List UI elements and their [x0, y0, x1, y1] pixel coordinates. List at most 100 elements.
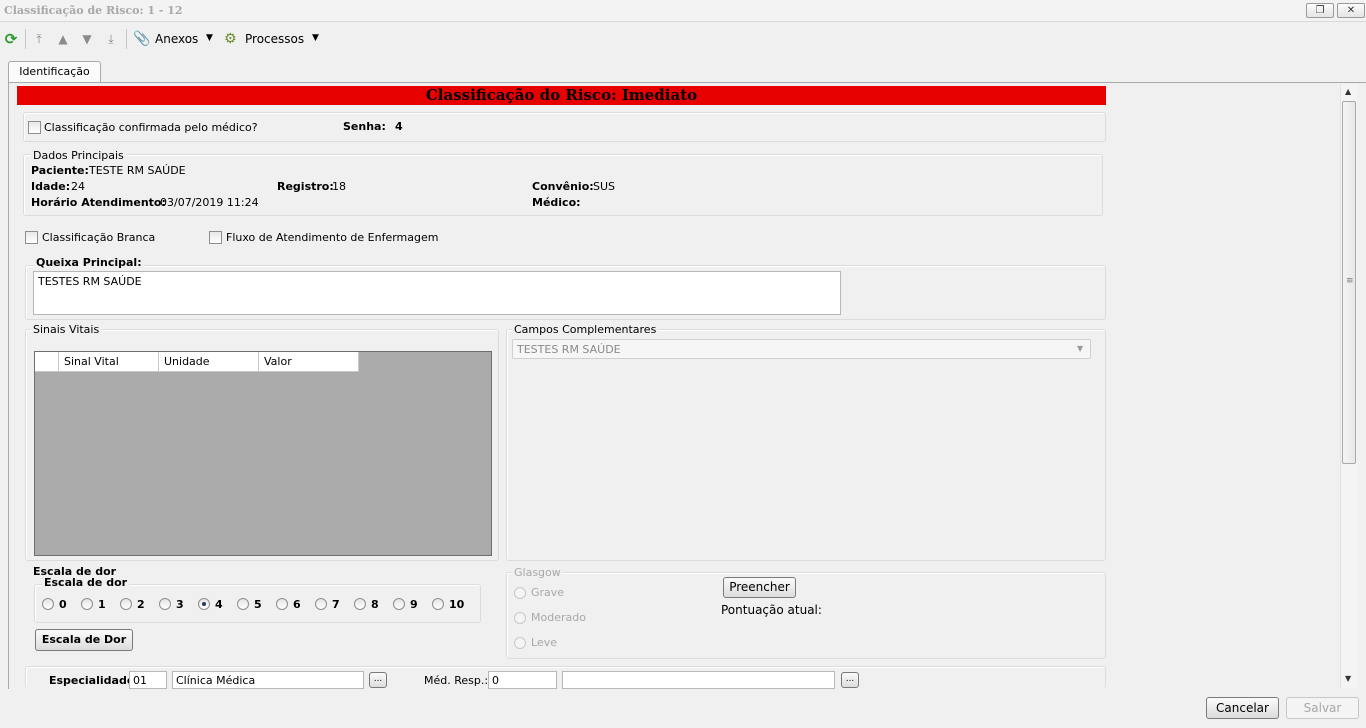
gears-icon: ⚙: [224, 31, 237, 47]
especialidade-name-field[interactable]: Clínica Médica: [172, 671, 364, 689]
pain-radio-2[interactable]: [120, 598, 132, 610]
toolbar-separator: [25, 29, 26, 49]
column-sinal-vital[interactable]: Sinal Vital: [59, 352, 159, 372]
dados-principais-title: Dados Principais: [31, 149, 126, 162]
confirm-label: Classificação confirmada pelo médico?: [44, 121, 258, 134]
window-title: Classificação de Risco: 1 - 12: [4, 4, 183, 17]
preencher-button[interactable]: Preencher: [723, 577, 796, 598]
escala-dor-inner-title: Escala de dor: [42, 576, 130, 589]
column-valor[interactable]: Valor: [259, 352, 359, 372]
registro-value: 18: [332, 180, 346, 193]
campos-complementares-select[interactable]: TESTES RM SAÚDE ▼: [512, 339, 1091, 359]
pain-radio-0[interactable]: [42, 598, 54, 610]
horario-value: 03/07/2019 11:24: [160, 196, 259, 209]
senha-value: 4: [395, 120, 403, 133]
fluxo-enfermagem-checkbox[interactable]: [209, 231, 222, 244]
pain-label-0: 0: [59, 598, 67, 611]
glasgow-label-moderado: Moderado: [531, 611, 586, 624]
glasgow-radio-leve[interactable]: [514, 637, 526, 649]
medresp-label: Méd. Resp.:: [424, 674, 489, 687]
grip-icon: ≡: [1346, 276, 1354, 286]
especialidade-label: Especialidade:: [49, 674, 139, 687]
pain-radio-3[interactable]: [159, 598, 171, 610]
pain-label-10: 10: [449, 598, 465, 611]
glasgow-label-leve: Leve: [531, 636, 557, 649]
idade-label: Idade:: [31, 180, 71, 193]
pain-label-5: 5: [254, 598, 262, 611]
first-record-icon[interactable]: ⤒: [31, 31, 47, 47]
campos-complementares-title: Campos Complementares: [512, 323, 659, 336]
pain-radio-5[interactable]: [237, 598, 249, 610]
paciente-label: Paciente:: [31, 164, 89, 177]
idade-value: 24: [71, 180, 85, 193]
pain-label-1: 1: [98, 598, 106, 611]
pain-label-2: 2: [137, 598, 145, 611]
cancel-button[interactable]: Cancelar: [1206, 697, 1279, 719]
glasgow-radio-grave[interactable]: [514, 587, 526, 599]
glasgow-title: Glasgow: [512, 566, 563, 579]
close-button[interactable]: ✕: [1337, 3, 1365, 18]
classificacao-branca-checkbox[interactable]: [25, 231, 38, 244]
escala-dor-button[interactable]: Escala de Dor: [35, 629, 133, 651]
registro-label: Registro:: [277, 180, 334, 193]
queixa-title: Queixa Principal:: [34, 256, 144, 269]
window-titlebar: Classificação de Risco: 1 - 12 ❐ ✕: [0, 0, 1366, 22]
medresp-code-field[interactable]: 0: [488, 671, 557, 689]
pain-radio-6[interactable]: [276, 598, 288, 610]
medresp-name-field[interactable]: [562, 671, 835, 689]
toolbar-separator: [126, 29, 127, 49]
senha-label: Senha:: [343, 120, 386, 133]
pain-radio-9[interactable]: [393, 598, 405, 610]
escala-dor-options: 0 1 2 3 4 5 6 7 8 9 10: [42, 598, 472, 614]
campos-complementares-panel: [506, 329, 1106, 561]
pontuacao-label: Pontuação atual:: [721, 603, 822, 617]
convenio-value: SUS: [593, 180, 616, 193]
pain-radio-4[interactable]: [198, 598, 210, 610]
campos-selected-value: TESTES RM SAÚDE: [517, 343, 621, 356]
pain-label-7: 7: [332, 598, 340, 611]
pain-radio-8[interactable]: [354, 598, 366, 610]
footer-bar: Cancelar Salvar: [0, 689, 1366, 728]
pain-radio-7[interactable]: [315, 598, 327, 610]
pain-radio-10[interactable]: [432, 598, 444, 610]
scrollbar-thumb[interactable]: ≡: [1342, 101, 1356, 464]
refresh-icon[interactable]: ⟳: [3, 31, 19, 47]
pain-radio-1[interactable]: [81, 598, 93, 610]
classificacao-branca-label: Classificação Branca: [42, 231, 156, 244]
pain-label-4: 4: [215, 598, 223, 611]
convenio-label: Convênio:: [532, 180, 594, 193]
next-record-icon[interactable]: ▼: [79, 31, 95, 47]
processos-menu[interactable]: ⚙ Processos ▼: [224, 31, 334, 49]
medresp-lookup-button[interactable]: ...: [841, 672, 859, 688]
processos-label: Processos: [245, 32, 305, 46]
chevron-down-icon: ▼: [312, 33, 319, 43]
sinais-vitais-grid[interactable]: Sinal Vital Unidade Valor: [34, 351, 492, 556]
previous-record-icon[interactable]: ▲: [55, 31, 71, 47]
paciente-value: TESTE RM SAÚDE: [89, 164, 186, 177]
tab-identificacao[interactable]: Identificação: [8, 61, 101, 83]
queixa-textarea[interactable]: TESTES RM SAÚDE: [33, 271, 841, 315]
restore-button[interactable]: ❐: [1306, 3, 1334, 18]
sinais-vitais-title: Sinais Vitais: [31, 323, 102, 336]
fluxo-enfermagem-label: Fluxo de Atendimento de Enfermagem: [226, 231, 439, 244]
confirm-checkbox[interactable]: [28, 121, 41, 134]
glasgow-radio-moderado[interactable]: [514, 612, 526, 624]
pain-label-9: 9: [410, 598, 418, 611]
especialidade-lookup-button[interactable]: ...: [369, 672, 387, 688]
column-unidade[interactable]: Unidade: [159, 352, 259, 372]
scroll-down-icon[interactable]: ▼: [1345, 674, 1351, 683]
grid-row-header: [35, 352, 59, 372]
chevron-down-icon: ▼: [1077, 344, 1084, 353]
horario-label: Horário Atendimento:: [31, 196, 166, 209]
pain-label-3: 3: [176, 598, 184, 611]
pain-label-8: 8: [371, 598, 379, 611]
risk-banner: Classificação do Risco: Imediato: [17, 86, 1106, 105]
last-record-icon[interactable]: ⤓: [103, 31, 119, 47]
scroll-up-icon[interactable]: ▲: [1345, 87, 1351, 96]
glasgow-label-grave: Grave: [531, 586, 565, 599]
chevron-down-icon: ▼: [206, 33, 213, 43]
toolbar: ⟳ ⤒ ▲ ▼ ⤓ 📎 Anexos ▼ ⚙ Processos ▼: [0, 23, 1366, 55]
anexos-label: Anexos: [155, 32, 199, 46]
save-button[interactable]: Salvar: [1286, 697, 1359, 719]
especialidade-code-field[interactable]: 01: [129, 671, 167, 689]
